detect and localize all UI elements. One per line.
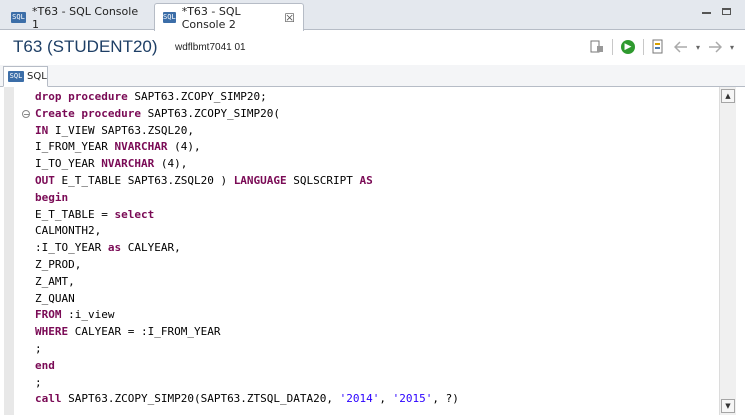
code-line: begin <box>35 190 715 207</box>
code-token: I_TO_YEAR <box>35 157 102 171</box>
code-line: Z_QUAN <box>35 291 715 308</box>
code-token: I_FROM_YEAR <box>35 140 115 154</box>
code-token: E_T_TABLE = <box>35 207 115 221</box>
code-line: drop procedure SAPT63.ZCOPY_SIMP20; <box>35 89 715 106</box>
string-token: '2014' <box>339 392 380 406</box>
code-line: call SAPT63.ZCOPY_SIMP20(SAPT63.ZTSQL_DA… <box>35 391 715 408</box>
connection-title: T63 (STUDENT20) <box>13 37 158 56</box>
code-line: Z_AMT, <box>35 274 715 291</box>
code-line: WHERE CALYEAR = :I_FROM_YEAR <box>35 324 715 341</box>
code-token: CALYEAR, <box>121 241 181 255</box>
editor-gutter: − <box>0 87 30 415</box>
code-line: ; <box>35 341 715 358</box>
forward-dropdown-icon[interactable]: ▾ <box>724 39 740 55</box>
line-ruler <box>4 87 14 415</box>
code-area[interactable]: drop procedure SAPT63.ZCOPY_SIMP20; Creat… <box>35 89 715 408</box>
code-line: OUT E_T_TABLE SAPT63.ZSQL20 ) LANGUAGE S… <box>35 173 715 190</box>
sql-tab-label: SQL <box>27 71 47 82</box>
console-header: T63 (STUDENT20) wdflbmt7041 01 ▶ ▾ ▾ <box>0 31 745 65</box>
tab-label: *T63 - SQL Console 1 <box>31 4 139 31</box>
keyword-token: LANGUAGE <box>233 173 287 187</box>
keyword-token: NVARCHAR <box>101 157 155 171</box>
execute-icon[interactable]: ▶ <box>620 39 636 55</box>
vertical-scrollbar[interactable]: ▲ ▼ <box>719 87 736 415</box>
code-token: SQLSCRIPT <box>286 173 360 187</box>
close-tab-icon[interactable]: ☒ <box>284 11 295 25</box>
tab-label: *T63 - SQL Console 2 <box>181 4 241 31</box>
code-token: Z_AMT, <box>35 274 75 288</box>
scroll-down-icon[interactable]: ▼ <box>721 399 735 413</box>
code-token: SAPT63.ZCOPY_SIMP20; <box>127 90 267 103</box>
code-line: ; <box>35 375 715 392</box>
keyword-token: end <box>35 358 55 372</box>
code-line: I_TO_YEAR NVARCHAR (4), <box>35 156 715 173</box>
minimize-icon[interactable] <box>702 12 711 14</box>
code-token: E_T_TABLE SAPT63.ZSQL20 ) <box>54 173 234 187</box>
code-token: , ?) <box>432 392 459 406</box>
editor-tab-bar: SQL *T63 - SQL Console 1 SQL *T63 - SQL … <box>0 0 745 31</box>
sql-console-icon: SQL <box>163 12 176 23</box>
keyword-token: NVARCHAR <box>114 140 168 154</box>
code-line: E_T_TABLE = select <box>35 207 715 224</box>
code-line: FROM :i_view <box>35 307 715 324</box>
code-token: SAPT63.ZCOPY_SIMP20(SAPT63.ZTSQL_DATA20, <box>61 392 340 406</box>
keyword-token: IN <box>35 123 49 137</box>
sub-tab-bar: SQL SQL <box>0 65 745 87</box>
keyword-token: call <box>35 392 62 406</box>
forward-arrow-icon[interactable] <box>707 39 723 55</box>
code-token: :i_view <box>61 308 115 322</box>
sql-history-icon[interactable] <box>650 39 666 55</box>
scroll-up-icon[interactable]: ▲ <box>721 89 735 103</box>
code-line: end <box>35 358 715 375</box>
keyword-token: select <box>114 207 155 221</box>
keyword-token: as <box>107 241 122 255</box>
back-dropdown-icon[interactable]: ▾ <box>690 39 706 55</box>
code-token: (4), <box>167 140 201 154</box>
code-token: Z_PROD, <box>35 257 82 271</box>
code-token: ; <box>35 341 42 355</box>
code-line: CALMONTH2, <box>35 223 715 240</box>
code-token: SAPT63.ZCOPY_SIMP20( <box>140 106 281 120</box>
code-token: , <box>379 392 393 406</box>
code-line: I_FROM_YEAR NVARCHAR (4), <box>35 139 715 156</box>
code-line: :I_TO_YEAR as CALYEAR, <box>35 240 715 257</box>
code-line: IN I_VIEW SAPT63.ZSQL20, <box>35 123 715 140</box>
stop-execution-icon[interactable] <box>589 39 605 55</box>
maximize-icon[interactable] <box>722 8 731 15</box>
keyword-token: FROM <box>35 308 62 322</box>
keyword-token: AS <box>359 173 373 187</box>
code-token: :I_TO_YEAR <box>35 241 108 255</box>
run-play-icon: ▶ <box>621 40 635 54</box>
code-token: CALMONTH2, <box>35 224 102 238</box>
keyword-token: WHERE <box>35 325 69 339</box>
tab-sql[interactable]: SQL SQL <box>3 66 48 87</box>
tab-sql-console-1[interactable]: SQL *T63 - SQL Console 1 <box>2 4 150 31</box>
back-arrow-icon[interactable] <box>673 39 689 55</box>
toolbar-separator <box>643 39 644 55</box>
toolbar-separator <box>612 39 613 55</box>
code-token: CALYEAR = :I_FROM_YEAR <box>68 325 221 339</box>
sql-console-icon: SQL <box>11 12 26 23</box>
code-line: Z_PROD, <box>35 257 715 274</box>
code-token: I_VIEW SAPT63.ZSQL20, <box>48 123 194 137</box>
string-token: '2015' <box>392 392 433 406</box>
code-token: Z_QUAN <box>35 291 75 305</box>
host-label: wdflbmt7041 01 <box>175 42 246 53</box>
tab-sql-console-2[interactable]: SQL *T63 - SQL Console 2 ☒ <box>154 3 304 31</box>
code-token: ; <box>35 375 42 389</box>
code-line: Create procedure SAPT63.ZCOPY_SIMP20( <box>35 106 715 123</box>
keyword-token: OUT <box>35 173 55 187</box>
keyword-token: drop procedure <box>35 90 128 103</box>
sql-icon: SQL <box>8 71 24 82</box>
code-token: (4), <box>154 157 188 171</box>
keyword-token: Create procedure <box>35 106 141 120</box>
sql-editor[interactable]: − drop procedure SAPT63.ZCOPY_SIMP20; Cre… <box>0 87 745 415</box>
keyword-token: begin <box>35 190 69 204</box>
fold-collapse-icon[interactable]: − <box>22 110 30 119</box>
